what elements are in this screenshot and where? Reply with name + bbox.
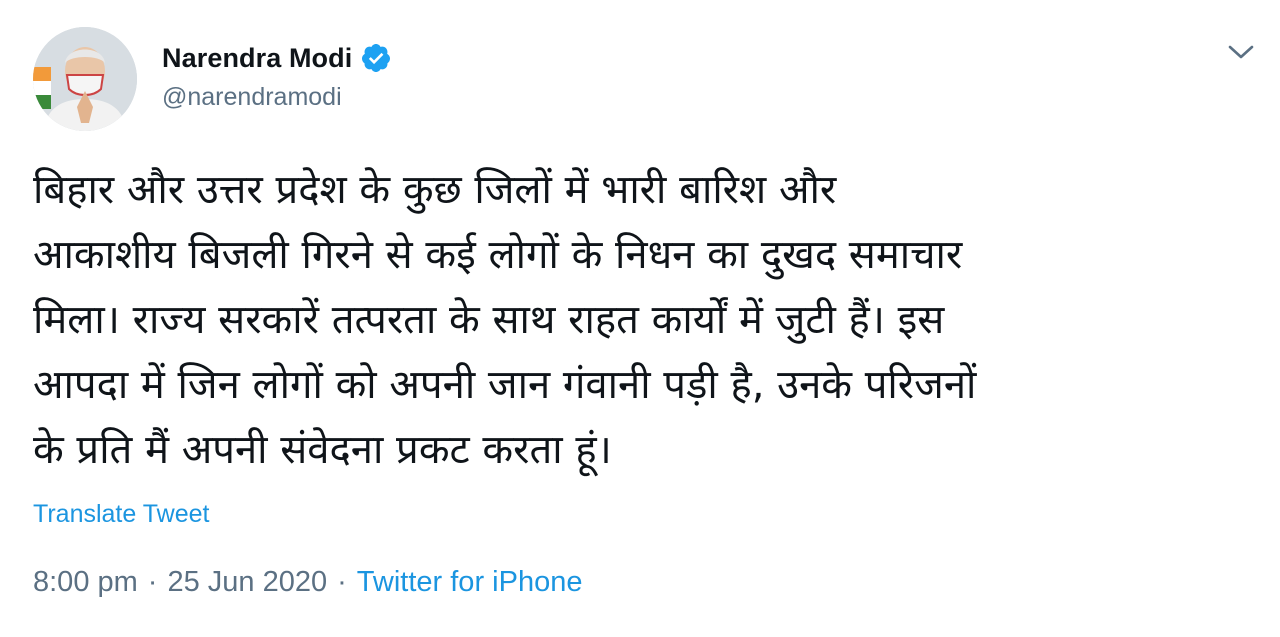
tweet-text-line: आकाशीय बिजली गिरने से कई लोगों के निधन क… bbox=[33, 232, 963, 278]
author-handle[interactable]: @narendramodi bbox=[162, 83, 342, 112]
author-avatar[interactable] bbox=[33, 27, 137, 131]
meta-separator: · bbox=[147, 566, 158, 598]
tweet-text-line: आपदा में जिन लोगों को अपनी जान गंवानी पड… bbox=[33, 362, 977, 408]
tweet-text: बिहार और उत्तर प्रदेश के कुछ जिलों में भ… bbox=[33, 158, 1263, 483]
author-display-name[interactable]: Narendra Modi bbox=[162, 43, 352, 74]
meta-separator: · bbox=[337, 566, 347, 598]
tweet-time[interactable]: 8:00 pm bbox=[33, 566, 138, 599]
translate-tweet-link[interactable]: Translate Tweet bbox=[33, 500, 209, 529]
tweet-text-line: मिला। राज्य सरकारें तत्परता के साथ राहत … bbox=[33, 297, 945, 343]
tweet-meta: 8:00 pm · 25 Jun 2020 · Twitter for iPho… bbox=[33, 566, 582, 599]
tweet-date[interactable]: 25 Jun 2020 bbox=[167, 566, 327, 599]
tweet-card: Narendra Modi @narendramodi बिहार और उत्… bbox=[0, 0, 1280, 637]
tweet-source-link[interactable]: Twitter for iPhone bbox=[357, 566, 583, 599]
chevron-down-icon[interactable] bbox=[1225, 38, 1257, 66]
tweet-text-line: बिहार और उत्तर प्रदेश के कुछ जिलों में भ… bbox=[33, 167, 837, 213]
author-name-row[interactable]: Narendra Modi bbox=[162, 38, 392, 78]
verified-badge-icon bbox=[360, 42, 392, 74]
avatar-image bbox=[33, 27, 137, 131]
tweet-text-line: के प्रति मैं अपनी संवेदना प्रकट करता हूं… bbox=[33, 427, 612, 473]
